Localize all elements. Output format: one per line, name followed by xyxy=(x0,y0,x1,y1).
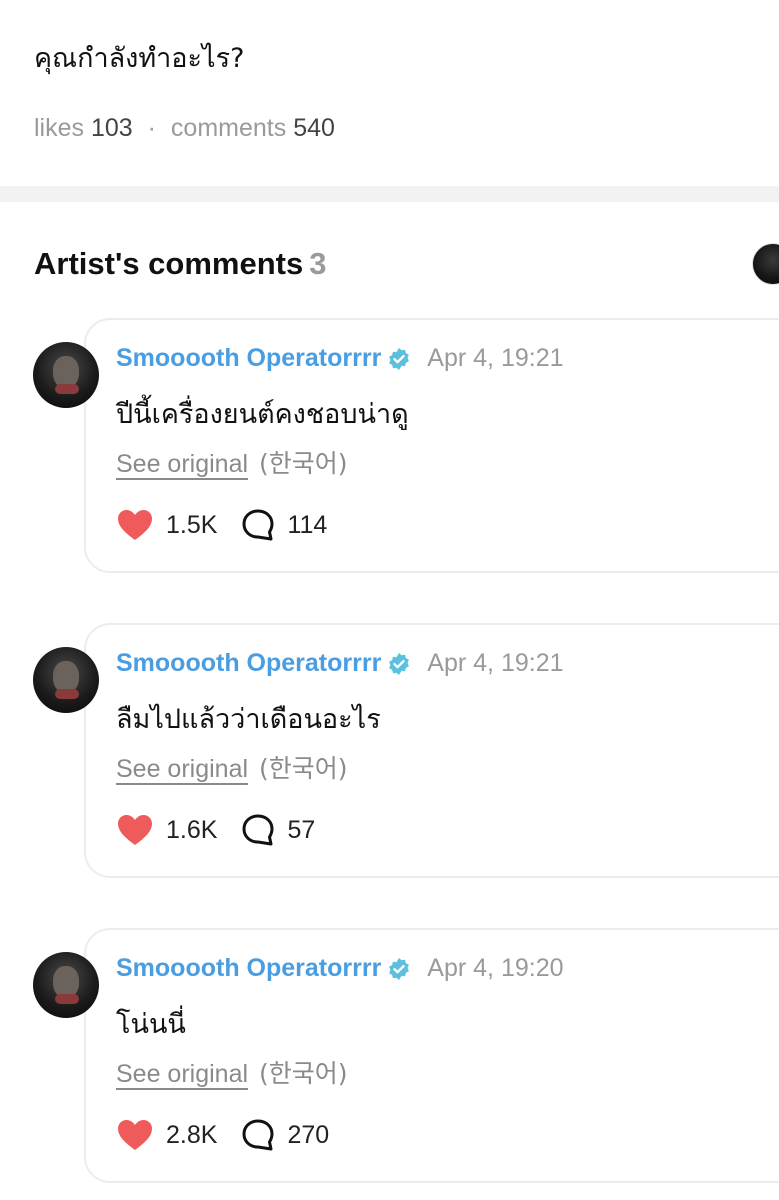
avatar[interactable] xyxy=(33,952,99,1018)
reply-count: 114 xyxy=(287,510,328,539)
comment-time: Apr 4, 19:21 xyxy=(427,344,564,372)
see-original-link[interactable]: See original xyxy=(116,1060,248,1088)
comment-actions: 2.8K 270 xyxy=(116,1118,329,1152)
verified-badge-icon xyxy=(389,652,410,675)
translation-line: See original (한국어) xyxy=(116,1054,348,1090)
comment-actions: 1.6K 57 xyxy=(116,813,315,847)
comment-bubble-icon[interactable] xyxy=(241,1118,275,1152)
comment-meta: Smooooth Operatorrrr Apr 4, 19:21 xyxy=(116,344,564,373)
original-language: (한국어) xyxy=(258,449,348,478)
likes-count: 103 xyxy=(90,114,133,142)
verified-badge-icon xyxy=(389,347,410,370)
artist-comment: Smooooth Operatorrrr Apr 4, 19:20 โน่นนี… xyxy=(0,928,779,1183)
original-language: (한국어) xyxy=(258,754,348,783)
original-language: (한국어) xyxy=(258,1059,348,1088)
artist-comments-heading: Artist's comments 3 xyxy=(34,246,326,282)
comments-count[interactable]: 540 xyxy=(293,114,335,142)
section-divider xyxy=(0,186,779,202)
heart-icon[interactable] xyxy=(116,813,154,847)
reply-count: 57 xyxy=(287,815,316,844)
reply-count: 270 xyxy=(287,1120,330,1149)
heart-icon[interactable] xyxy=(116,1118,154,1152)
like-count: 1.6K xyxy=(166,815,218,844)
section-title: Artist's comments xyxy=(34,246,304,281)
likes-label: likes xyxy=(34,114,85,142)
artist-comment: Smooooth Operatorrrr Apr 4, 19:21 ลืมไปแ… xyxy=(0,623,779,878)
comment-meta: Smooooth Operatorrrr Apr 4, 19:20 xyxy=(116,954,564,983)
comment-text: ปีนี้เครื่องยนต์คงชอบน่าดู xyxy=(116,399,409,430)
comment-time: Apr 4, 19:20 xyxy=(427,954,564,982)
avatar[interactable] xyxy=(33,647,99,713)
comment-time: Apr 4, 19:21 xyxy=(427,649,564,677)
see-original-link[interactable]: See original xyxy=(116,450,248,478)
separator-dot: · xyxy=(147,114,156,142)
avatar[interactable] xyxy=(33,342,99,408)
comment-bubble-icon[interactable] xyxy=(241,508,275,542)
translation-line: See original (한국어) xyxy=(116,749,348,785)
post-detail-page: คุณกำลังทำอะไร? likes 103 · comments 540… xyxy=(0,0,779,1200)
post-text: คุณกำลังทำอะไร? xyxy=(34,43,245,74)
artist-comment: Smooooth Operatorrrr Apr 4, 19:21 ปีนี้เ… xyxy=(0,318,779,573)
heart-icon[interactable] xyxy=(116,508,154,542)
verified-badge-icon xyxy=(389,957,410,980)
section-count: 3 xyxy=(309,246,327,281)
comment-actions: 1.5K 114 xyxy=(116,508,327,542)
comment-bubble-icon[interactable] xyxy=(241,813,275,847)
translation-line: See original (한국어) xyxy=(116,444,348,480)
author-name[interactable]: Smooooth Operatorrrr xyxy=(116,344,381,373)
comment-meta: Smooooth Operatorrrr Apr 4, 19:21 xyxy=(116,649,564,678)
author-name[interactable]: Smooooth Operatorrrr xyxy=(116,954,381,983)
post-stats: likes 103 · comments 540 xyxy=(34,114,335,143)
author-name[interactable]: Smooooth Operatorrrr xyxy=(116,649,381,678)
see-original-link[interactable]: See original xyxy=(116,755,248,783)
artist-avatar-shortcut[interactable] xyxy=(752,243,779,285)
like-count: 2.8K xyxy=(166,1120,218,1149)
comments-label[interactable]: comments xyxy=(171,114,286,142)
comment-text: โน่นนี่ xyxy=(116,1009,186,1040)
comment-text: ลืมไปแล้วว่าเดือนอะไร xyxy=(116,704,381,735)
like-count: 1.5K xyxy=(166,510,218,539)
